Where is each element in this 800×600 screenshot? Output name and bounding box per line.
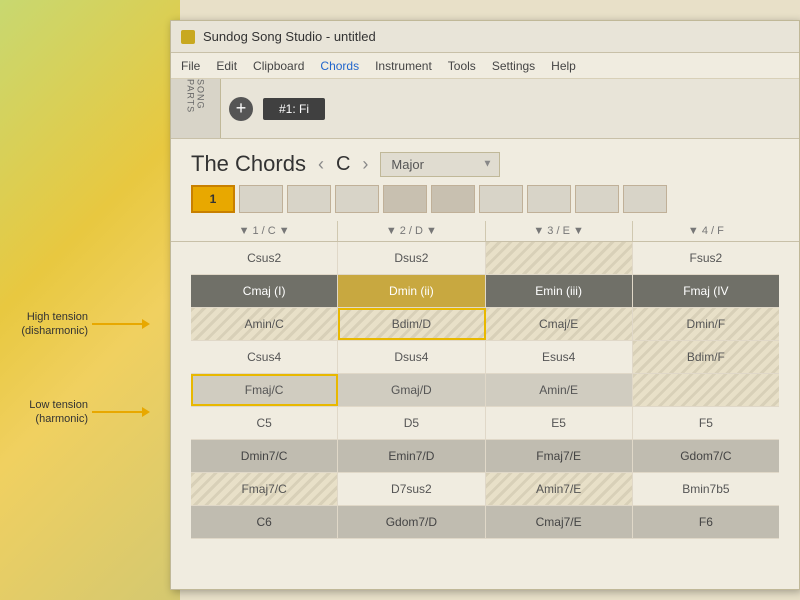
beat-3[interactable] bbox=[287, 185, 331, 213]
part-1-button[interactable]: #1: Fi bbox=[263, 98, 325, 120]
beat-9[interactable] bbox=[575, 185, 619, 213]
cell-1-1[interactable]: Dmin (ii) bbox=[338, 275, 485, 307]
cell-7-2[interactable]: Amin7/E bbox=[486, 473, 633, 505]
col-header-4: ▼ 4 / F bbox=[633, 221, 779, 241]
menu-help[interactable]: Help bbox=[551, 59, 576, 73]
cell-2-2[interactable]: Cmaj/E bbox=[486, 308, 633, 340]
menu-clipboard[interactable]: Clipboard bbox=[253, 59, 304, 73]
cell-2-3[interactable]: Dmin/F bbox=[633, 308, 779, 340]
cell-3-0[interactable]: Csus4 bbox=[191, 341, 338, 373]
titlebar: Sundog Song Studio - untitled bbox=[171, 21, 799, 53]
window-title: Sundog Song Studio - untitled bbox=[203, 29, 376, 44]
cell-0-2[interactable] bbox=[486, 242, 633, 274]
chord-grid: Csus2 Dsus2 Fsus2 Cmaj (I) Dmin (ii) Emi… bbox=[171, 242, 799, 539]
nav-right-button[interactable]: › bbox=[362, 154, 368, 175]
cell-4-2[interactable]: Amin/E bbox=[486, 374, 633, 406]
cell-8-0[interactable]: C6 bbox=[191, 506, 338, 538]
column-headers: ▼ 1 / C ▼ ▼ 2 / D ▼ ▼ 3 / E ▼ ▼ 4 / F bbox=[171, 221, 799, 242]
menu-edit[interactable]: Edit bbox=[216, 59, 237, 73]
scale-select[interactable]: Major Minor Dorian bbox=[380, 152, 500, 177]
chord-row-5: C5 D5 E5 F5 bbox=[191, 407, 779, 440]
chord-row-1: Cmaj (I) Dmin (ii) Emin (iii) Fmaj (IV bbox=[191, 275, 779, 308]
menu-instrument[interactable]: Instrument bbox=[375, 59, 432, 73]
main-window: Sundog Song Studio - untitled File Edit … bbox=[170, 20, 800, 590]
background-gradient bbox=[0, 0, 180, 600]
add-part-button[interactable]: + bbox=[229, 97, 253, 121]
cell-5-3[interactable]: F5 bbox=[633, 407, 779, 439]
cell-6-2[interactable]: Fmaj7/E bbox=[486, 440, 633, 472]
cell-4-3[interactable] bbox=[633, 374, 779, 406]
beat-4[interactable] bbox=[335, 185, 379, 213]
menu-file[interactable]: File bbox=[181, 59, 200, 73]
cell-0-1[interactable]: Dsus2 bbox=[338, 242, 485, 274]
cell-4-1[interactable]: Gmaj/D bbox=[338, 374, 485, 406]
cell-5-1[interactable]: D5 bbox=[338, 407, 485, 439]
beat-6[interactable] bbox=[431, 185, 475, 213]
chord-row-2: Amin/C Bdim/D Cmaj/E Dmin/F bbox=[191, 308, 779, 341]
col-header-3: ▼ 3 / E ▼ bbox=[486, 221, 633, 241]
chord-row-6: Dmin7/C Emin7/D Fmaj7/E Gdom7/C bbox=[191, 440, 779, 473]
song-parts-label: SONG PARTS bbox=[171, 79, 221, 138]
menubar: File Edit Clipboard Chords Instrument To… bbox=[171, 53, 799, 79]
cell-3-1[interactable]: Dsus4 bbox=[338, 341, 485, 373]
cell-3-3[interactable]: Bdim/F bbox=[633, 341, 779, 373]
chord-row-0: Csus2 Dsus2 Fsus2 bbox=[191, 242, 779, 275]
nav-left-button[interactable]: ‹ bbox=[318, 154, 324, 175]
cell-5-0[interactable]: C5 bbox=[191, 407, 338, 439]
song-parts-area: SONG PARTS + #1: Fi bbox=[171, 79, 799, 139]
cell-0-0[interactable]: Csus2 bbox=[191, 242, 338, 274]
scale-select-wrapper[interactable]: Major Minor Dorian bbox=[380, 152, 500, 177]
cell-6-3[interactable]: Gdom7/C bbox=[633, 440, 779, 472]
chords-header: The Chords ‹ C › Major Minor Dorian bbox=[171, 139, 799, 185]
beat-2[interactable] bbox=[239, 185, 283, 213]
menu-chords[interactable]: Chords bbox=[320, 59, 359, 73]
cell-8-1[interactable]: Gdom7/D bbox=[338, 506, 485, 538]
cell-8-2[interactable]: Cmaj7/E bbox=[486, 506, 633, 538]
beat-8[interactable] bbox=[527, 185, 571, 213]
cell-3-2[interactable]: Esus4 bbox=[486, 341, 633, 373]
chord-editor: The Chords ‹ C › Major Minor Dorian 1 bbox=[171, 139, 799, 589]
cell-4-0[interactable]: Fmaj/C bbox=[191, 374, 338, 406]
chord-row-4: Fmaj/C Gmaj/D Amin/E bbox=[191, 374, 779, 407]
cell-6-0[interactable]: Dmin7/C bbox=[191, 440, 338, 472]
cell-8-3[interactable]: F6 bbox=[633, 506, 779, 538]
chord-row-3: Csus4 Dsus4 Esus4 Bdim/F bbox=[191, 341, 779, 374]
col-header-2: ▼ 2 / D ▼ bbox=[338, 221, 485, 241]
beat-5[interactable] bbox=[383, 185, 427, 213]
beat-1[interactable]: 1 bbox=[191, 185, 235, 213]
cell-7-0[interactable]: Fmaj7/C bbox=[191, 473, 338, 505]
chords-title: The Chords bbox=[191, 151, 306, 177]
menu-settings[interactable]: Settings bbox=[492, 59, 535, 73]
chord-row-7: Fmaj7/C D7sus2 Amin7/E Bmin7b5 bbox=[191, 473, 779, 506]
chord-row-8: C6 Gdom7/D Cmaj7/E F6 bbox=[191, 506, 779, 539]
cell-1-3[interactable]: Fmaj (IV bbox=[633, 275, 779, 307]
cell-2-0[interactable]: Amin/C bbox=[191, 308, 338, 340]
beat-10[interactable] bbox=[623, 185, 667, 213]
song-parts-content: + #1: Fi bbox=[221, 79, 799, 138]
cell-1-0[interactable]: Cmaj (I) bbox=[191, 275, 338, 307]
cell-5-2[interactable]: E5 bbox=[486, 407, 633, 439]
cell-2-1[interactable]: Bdim/D bbox=[338, 308, 485, 340]
cell-7-3[interactable]: Bmin7b5 bbox=[633, 473, 779, 505]
cell-6-1[interactable]: Emin7/D bbox=[338, 440, 485, 472]
beat-7[interactable] bbox=[479, 185, 523, 213]
key-label: C bbox=[336, 153, 350, 176]
beat-row: 1 bbox=[171, 185, 799, 221]
menu-tools[interactable]: Tools bbox=[448, 59, 476, 73]
cell-0-3[interactable]: Fsus2 bbox=[633, 242, 779, 274]
cell-1-2[interactable]: Emin (iii) bbox=[486, 275, 633, 307]
cell-7-1[interactable]: D7sus2 bbox=[338, 473, 485, 505]
app-icon bbox=[181, 30, 195, 44]
col-header-1: ▼ 1 / C ▼ bbox=[191, 221, 338, 241]
